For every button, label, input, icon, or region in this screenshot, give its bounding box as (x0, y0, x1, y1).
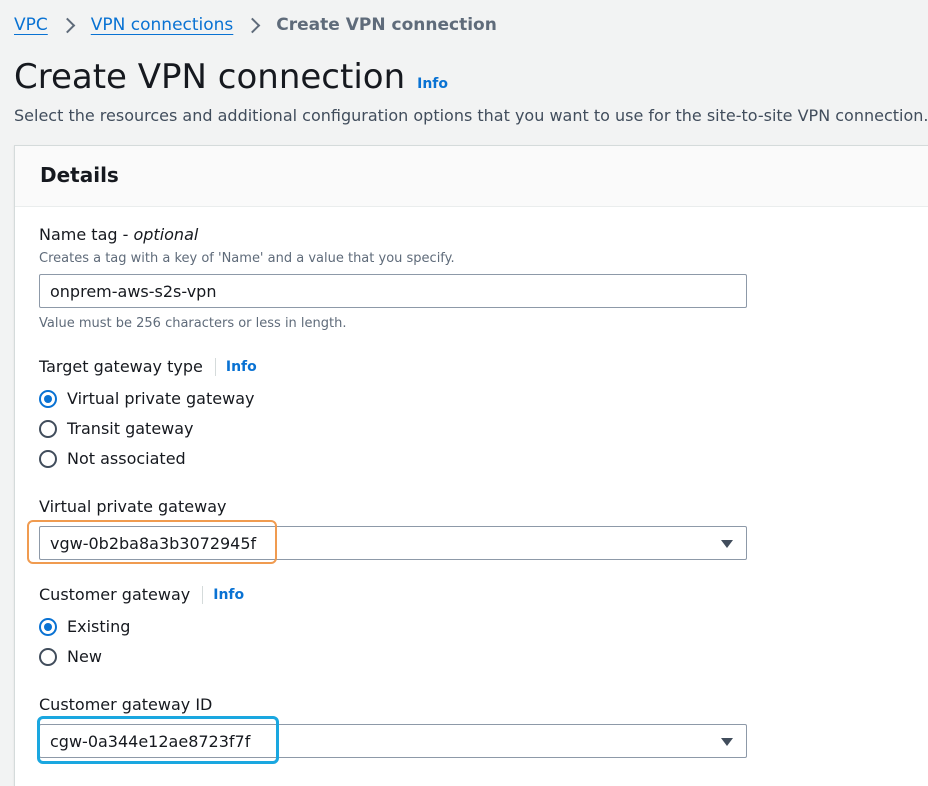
page-header: Create VPN connection Info (14, 56, 448, 98)
radio-label: Not associated (67, 449, 186, 468)
radio-existing[interactable]: Existing (39, 616, 130, 638)
name-tag-label-text: Name tag - (39, 225, 134, 244)
radio-checked-icon (39, 618, 57, 636)
virtual-private-gateway-select[interactable]: vgw-0b2ba8a3b3072945f (39, 526, 747, 560)
radio-label: Virtual private gateway (67, 389, 255, 408)
name-tag-description: Creates a tag with a key of 'Name' and a… (39, 251, 455, 266)
breadcrumb: VPC VPN connections Create VPN connectio… (14, 13, 497, 37)
radio-unchecked-icon (39, 420, 57, 438)
customer-gateway-id-select[interactable]: cgw-0a344e12ae8723f7f (39, 724, 747, 758)
label-divider (202, 586, 204, 604)
radio-checked-icon (39, 390, 57, 408)
breadcrumb-current: Create VPN connection (276, 15, 497, 35)
radio-unchecked-icon (39, 450, 57, 468)
page-info-link[interactable]: Info (417, 76, 448, 92)
radio-label: Transit gateway (67, 419, 194, 438)
virtual-private-gateway-label: Virtual private gateway (39, 497, 227, 516)
name-tag-optional-text: optional (133, 225, 199, 244)
label-divider (214, 358, 216, 376)
virtual-private-gateway-value: vgw-0b2ba8a3b3072945f (50, 534, 257, 553)
radio-not-associated[interactable]: Not associated (39, 448, 186, 470)
name-tag-label: Name tag - optional (39, 224, 198, 246)
caret-down-icon (721, 540, 733, 548)
customer-gateway-id-value: cgw-0a344e12ae8723f7f (50, 732, 251, 751)
radio-new[interactable]: New (39, 646, 102, 668)
name-tag-input[interactable] (39, 274, 747, 308)
details-panel-header: Details (15, 146, 928, 207)
breadcrumb-vpn-connections-link[interactable]: VPN connections (91, 13, 234, 37)
breadcrumb-vpc-link[interactable]: VPC (14, 13, 48, 37)
name-tag-constraint: Value must be 256 characters or less in … (39, 316, 347, 331)
page-title: Create VPN connection (14, 57, 406, 97)
target-gateway-type-label-row: Target gateway type Info (39, 356, 257, 378)
target-gateway-type-label: Target gateway type (39, 357, 203, 376)
radio-virtual-private-gateway[interactable]: Virtual private gateway (39, 388, 254, 410)
details-panel-title: Details (40, 163, 119, 187)
radio-label: Existing (67, 617, 131, 636)
caret-down-icon (721, 738, 733, 746)
radio-unchecked-icon (39, 648, 57, 666)
customer-gateway-label: Customer gateway (39, 585, 191, 604)
target-gateway-type-info-link[interactable]: Info (226, 359, 257, 375)
customer-gateway-label-row: Customer gateway Info (39, 584, 244, 606)
chevron-right-icon (59, 17, 76, 33)
radio-transit-gateway[interactable]: Transit gateway (39, 418, 194, 440)
page-description: Select the resources and additional conf… (14, 106, 928, 125)
customer-gateway-info-link[interactable]: Info (213, 587, 244, 603)
chevron-right-icon (245, 17, 261, 33)
radio-label: New (67, 647, 102, 666)
customer-gateway-id-label: Customer gateway ID (39, 695, 213, 714)
